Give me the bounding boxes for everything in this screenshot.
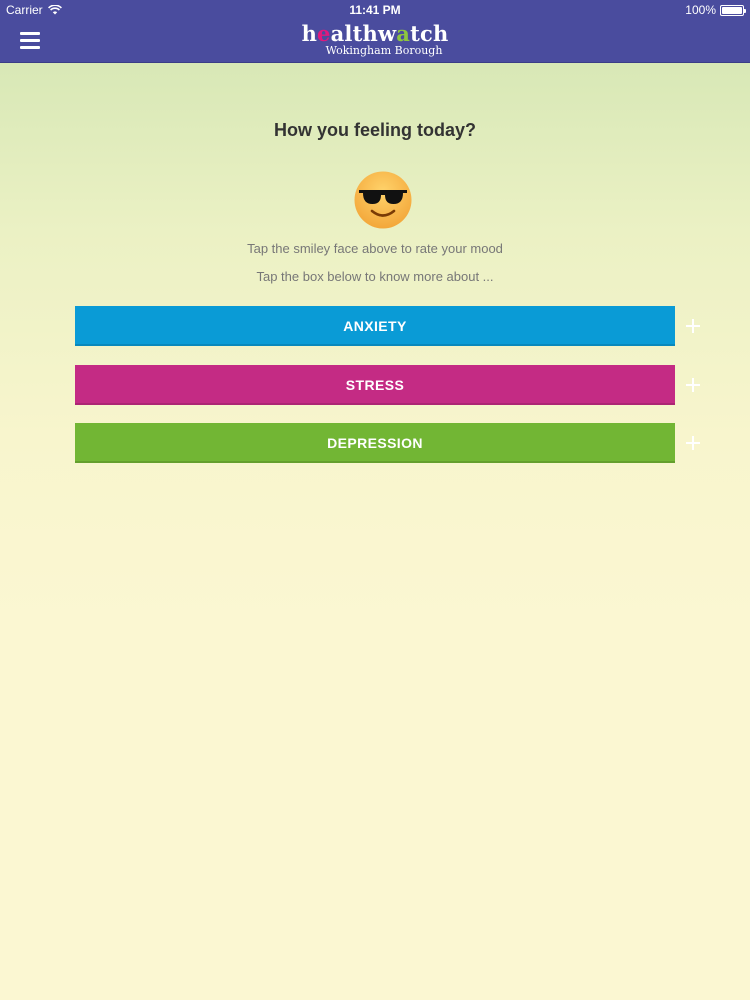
main-content: How you feeling today? Tap the smiley fa… — [0, 63, 750, 1000]
plus-icon[interactable] — [686, 378, 700, 392]
battery-percent: 100% — [685, 3, 716, 17]
learn-more-hint: Tap the box below to know more about ... — [256, 269, 494, 284]
sunglasses-smiley-icon[interactable] — [354, 171, 412, 229]
stress-label: STRESS — [345, 377, 405, 393]
status-right: 100% — [685, 3, 746, 17]
clock: 11:41 PM — [349, 3, 401, 17]
depression-label: DEPRESSION — [327, 435, 423, 451]
stress-button[interactable]: STRESS — [75, 365, 675, 405]
healthwatch-logo: healthwatch Wokingham Borough — [0, 23, 750, 57]
logo-wordmark: healthwatch — [301, 21, 449, 46]
depression-button[interactable]: DEPRESSION — [75, 423, 675, 463]
nav-bar: healthwatch Wokingham Borough — [0, 20, 750, 63]
plus-icon[interactable] — [686, 436, 700, 450]
page-title: How you feeling today? — [273, 120, 476, 140]
rate-mood-hint: Tap the smiley face above to rate your m… — [247, 241, 503, 256]
logo-subtitle: Wokingham Borough — [325, 44, 443, 57]
anxiety-button[interactable]: ANXIETY — [75, 306, 675, 346]
anxiety-label: ANXIETY — [343, 318, 407, 334]
plus-icon[interactable] — [686, 319, 700, 333]
battery-icon — [720, 4, 746, 16]
status-bar: Carrier 11:41 PM 100% — [0, 0, 750, 20]
